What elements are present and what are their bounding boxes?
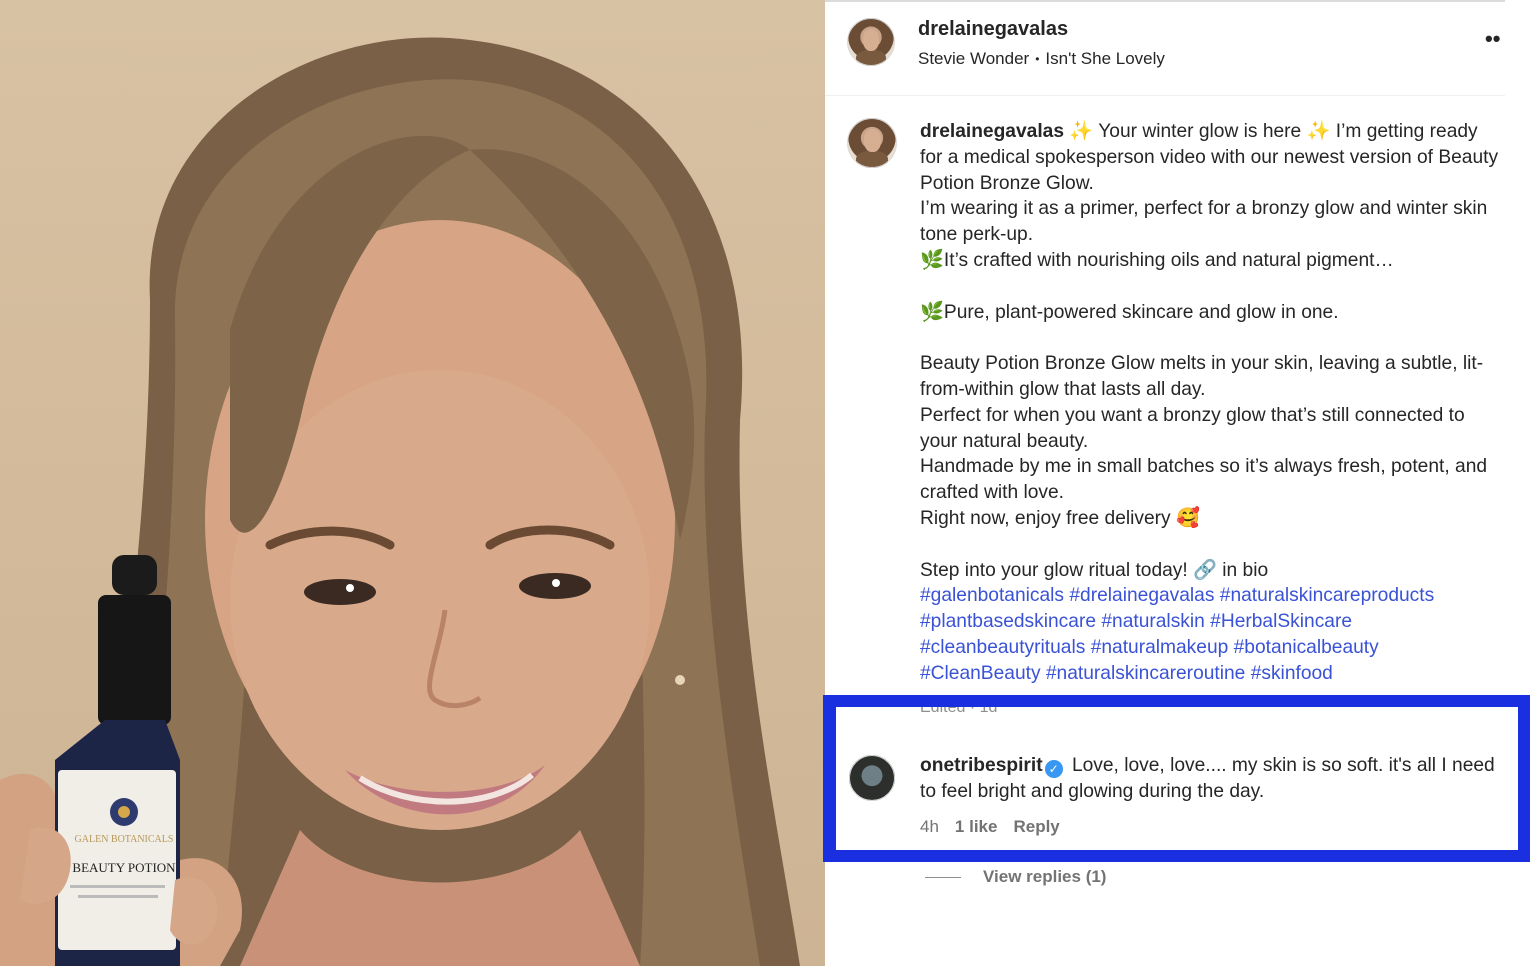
hashtag-list: #galenbotanicals #drelainegavalas #natur… — [920, 585, 1434, 683]
caption-line-5: Beauty Potion Bronze Glow melts in your … — [920, 353, 1484, 400]
comment-body: onetribespirit ✓ Love, love, love.... my … — [920, 753, 1510, 805]
top-border — [825, 0, 1505, 2]
hashtag-link[interactable]: #naturalskincareproducts — [1220, 585, 1434, 606]
bottle-brand: GALEN BOTANICALS — [75, 834, 174, 845]
reply-button[interactable]: Reply — [1013, 817, 1059, 837]
caption-line-3: It’s crafted with nourishing oils and na… — [943, 249, 1394, 271]
caption-line-2: I’m wearing it as a primer, perfect for … — [920, 198, 1493, 246]
caption-avatar[interactable] — [847, 118, 897, 168]
leaf-icon: 🌿 — [920, 301, 944, 323]
comment-time: 4h — [920, 817, 939, 836]
caption-username[interactable]: drelainegavalas — [920, 121, 1064, 142]
smiling-face-icon: 🥰 — [1175, 507, 1200, 529]
replies-line — [925, 876, 961, 878]
caption-headline: Your winter glow is here — [1093, 121, 1307, 142]
commenter-username[interactable]: onetribespirit — [920, 755, 1043, 776]
hashtag-link[interactable]: #naturalmakeup — [1091, 637, 1229, 658]
sparkle-icon: ✨ — [1306, 121, 1331, 142]
hashtag-link[interactable]: #naturalskincareroutine — [1046, 663, 1245, 684]
hashtag-link[interactable]: #naturalskin — [1101, 611, 1204, 632]
hashtag-link[interactable]: #cleanbeautyrituals — [920, 637, 1085, 658]
hashtag-link[interactable]: #plantbasedskincare — [920, 611, 1096, 632]
audio-track[interactable]: Isn't She Lovely — [1045, 49, 1164, 69]
audio-separator: • — [1035, 52, 1040, 66]
video-frame-illustration: GALEN BOTANICALS BEAUTY POTION — [0, 37, 800, 966]
link-icon: 🔗 — [1193, 559, 1217, 581]
post-media[interactable]: GALEN BOTANICALS BEAUTY POTION — [0, 0, 825, 966]
view-replies-button[interactable]: View replies (1) — [925, 867, 1106, 887]
leaf-icon: 🌿 — [920, 249, 944, 271]
post-detail-panel: drelainegavalas Stevie Wonder • Isn't Sh… — [823, 0, 1530, 966]
caption-line-8: Right now, enjoy free delivery — [920, 507, 1176, 529]
comment-likes[interactable]: 1 like — [955, 817, 998, 837]
comment-meta: 4h 1 like Reply — [920, 817, 1060, 837]
bottle-product: BEAUTY POTION — [72, 860, 176, 875]
audio-info[interactable]: Stevie Wonder • Isn't She Lovely — [918, 49, 1165, 69]
view-replies-label: View replies (1) — [983, 867, 1107, 886]
sparkle-icon: ✨ — [1069, 121, 1094, 142]
hashtag-link[interactable]: #HerbalSkincare — [1210, 611, 1352, 632]
header-divider — [825, 95, 1505, 96]
hashtag-link[interactable]: #galenbotanicals — [920, 585, 1064, 606]
header-username[interactable]: drelainegavalas — [918, 18, 1068, 41]
caption-line-4: Pure, plant-powered skincare and glow in… — [943, 301, 1339, 323]
caption-line-6: Perfect for when you want a bronzy glow … — [920, 404, 1470, 452]
audio-artist[interactable]: Stevie Wonder — [918, 49, 1029, 69]
commenter-avatar[interactable] — [849, 755, 895, 801]
caption-text: drelainegavalas ✨ Your winter glow is he… — [920, 119, 1505, 687]
hashtag-link[interactable]: #skinfood — [1251, 663, 1333, 684]
caption-line-7: Handmade by me in small batches so it’s … — [920, 456, 1493, 504]
caption-line-9: Step into your glow ritual today! — [920, 559, 1194, 581]
caption-line-9-end: in bio — [1216, 559, 1269, 581]
header-avatar[interactable] — [847, 18, 895, 66]
verified-badge-icon: ✓ — [1044, 760, 1063, 778]
more-options-icon[interactable]: •• — [1485, 28, 1500, 50]
hashtag-link[interactable]: #botanicalbeauty — [1234, 637, 1379, 658]
hashtag-link[interactable]: #drelainegavalas — [1069, 585, 1214, 606]
hashtag-link[interactable]: #CleanBeauty — [920, 663, 1041, 684]
